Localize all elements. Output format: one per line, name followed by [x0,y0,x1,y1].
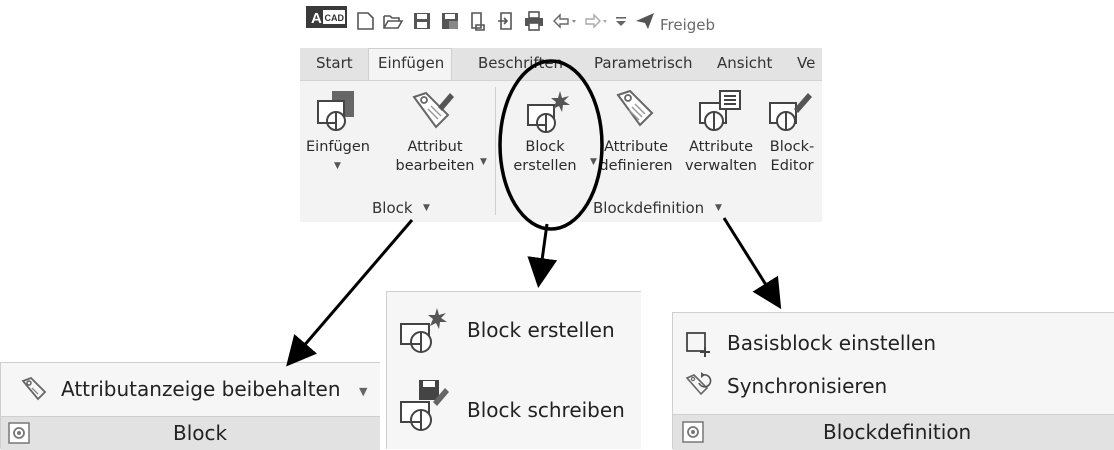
tab-ve[interactable]: Ve [797,54,815,72]
tab-ansicht[interactable]: Ansicht [717,54,772,72]
block-panel-expanded: Attributanzeige beibehalten ▼ Block [0,362,380,450]
app-logo-icon[interactable]: A CAD [306,6,347,28]
blockdefinition-panel-footer-title: Blockdefinition [823,420,972,444]
block-panel-footer: Block [1,416,380,450]
manage-attributes-label-2[interactable]: verwalten [680,157,762,176]
retain-attribute-display-dropdown-icon[interactable]: ▼ [359,385,367,398]
create-block-dropdown: Block erstellen Block schreiben [386,291,641,449]
save-icon[interactable] [411,10,433,32]
block-editor-label-2[interactable]: Editor [762,157,822,176]
set-base-block-menu-item[interactable]: Basisblock einstellen [727,331,936,355]
create-block-menu-item[interactable]: Block erstellen [467,318,615,342]
blockdefinition-panel-title[interactable]: Blockdefinition [593,199,704,217]
share-label[interactable]: Freigeb [660,16,715,34]
blockdefinition-panel-expand-icon[interactable]: ▼ [715,203,722,213]
synchronize-icon[interactable] [685,371,713,397]
edit-attribute-label-1[interactable]: Attribut [392,138,478,157]
save-as-icon[interactable] [439,10,461,32]
tab-einfuegen[interactable]: Einfügen [378,54,444,72]
write-block-menu-item[interactable]: Block schreiben [467,398,625,422]
write-block-icon[interactable] [397,378,449,434]
logo-text: CAD [325,13,345,23]
tab-start[interactable]: Start [316,54,353,72]
manage-attributes-icon[interactable] [696,87,744,135]
customize-qat-icon[interactable] [614,10,628,32]
insert-button-label[interactable]: Einfügen [300,138,376,157]
retain-attribute-display-label[interactable]: Attributanzeige beibehalten [61,377,341,401]
web-mobile-icon[interactable] [467,10,489,32]
print-icon[interactable] [523,10,545,32]
undo-icon[interactable] [551,10,577,32]
create-block-menu-icon[interactable] [397,304,449,356]
arrow-create-block [527,223,558,288]
define-attributes-icon[interactable] [612,85,660,133]
tab-beschriften[interactable]: Beschriften [478,54,563,72]
arrow-blockdefinition-panel [722,217,782,310]
edit-attribute-icon[interactable] [408,87,456,135]
ribbon-panel-area: Einfügen ▼ Attribut bearbeiten ▼ Block ▼… [300,80,822,222]
ribbon-tabs: Start Einfügen Beschriften Parametrisch … [300,48,822,82]
blockdefinition-panel-expanded: Basisblock einstellen Synchronisieren Bl… [672,312,1114,450]
panel-separator [495,87,496,215]
block-panel-expand-icon[interactable]: ▼ [423,203,430,213]
pin-panel-icon[interactable] [7,421,31,445]
block-editor-label-1[interactable]: Block- [762,138,822,157]
edit-attribute-dropdown-icon[interactable]: ▼ [480,157,487,167]
retain-attribute-display-icon[interactable] [19,373,49,403]
blockdefinition-panel-footer: Blockdefinition [673,414,1114,450]
synchronize-menu-item[interactable]: Synchronisieren [727,374,887,398]
redo-icon[interactable] [583,10,609,32]
import-icon[interactable] [495,10,517,32]
define-attributes-label-1[interactable]: Attribute [596,138,676,157]
pin-panel-icon[interactable] [681,420,705,444]
manage-attributes-label-1[interactable]: Attribute [680,138,762,157]
open-folder-icon[interactable] [382,10,404,32]
define-attributes-label-2[interactable]: definieren [596,157,676,176]
edit-attribute-label-2[interactable]: bearbeiten [392,157,478,176]
block-editor-icon[interactable] [766,87,814,135]
new-file-icon[interactable] [354,10,376,32]
create-block-label-2[interactable]: erstellen [502,157,588,176]
block-panel-title[interactable]: Block [372,199,413,217]
tab-parametrisch[interactable]: Parametrisch [594,54,693,72]
create-block-label-1[interactable]: Block [502,138,588,157]
create-block-icon[interactable] [524,89,572,137]
set-base-block-icon[interactable] [685,331,711,357]
block-panel-footer-title: Block [173,421,228,445]
logo-letter: A [311,10,322,27]
insert-dropdown-icon[interactable]: ▼ [334,161,341,171]
quick-access-toolbar: A CAD Freigeb [300,0,822,48]
insert-block-icon[interactable] [314,87,362,135]
ribbon: A CAD Freigeb Start Einfügen Beschriften… [300,0,822,222]
share-icon[interactable] [634,10,656,32]
